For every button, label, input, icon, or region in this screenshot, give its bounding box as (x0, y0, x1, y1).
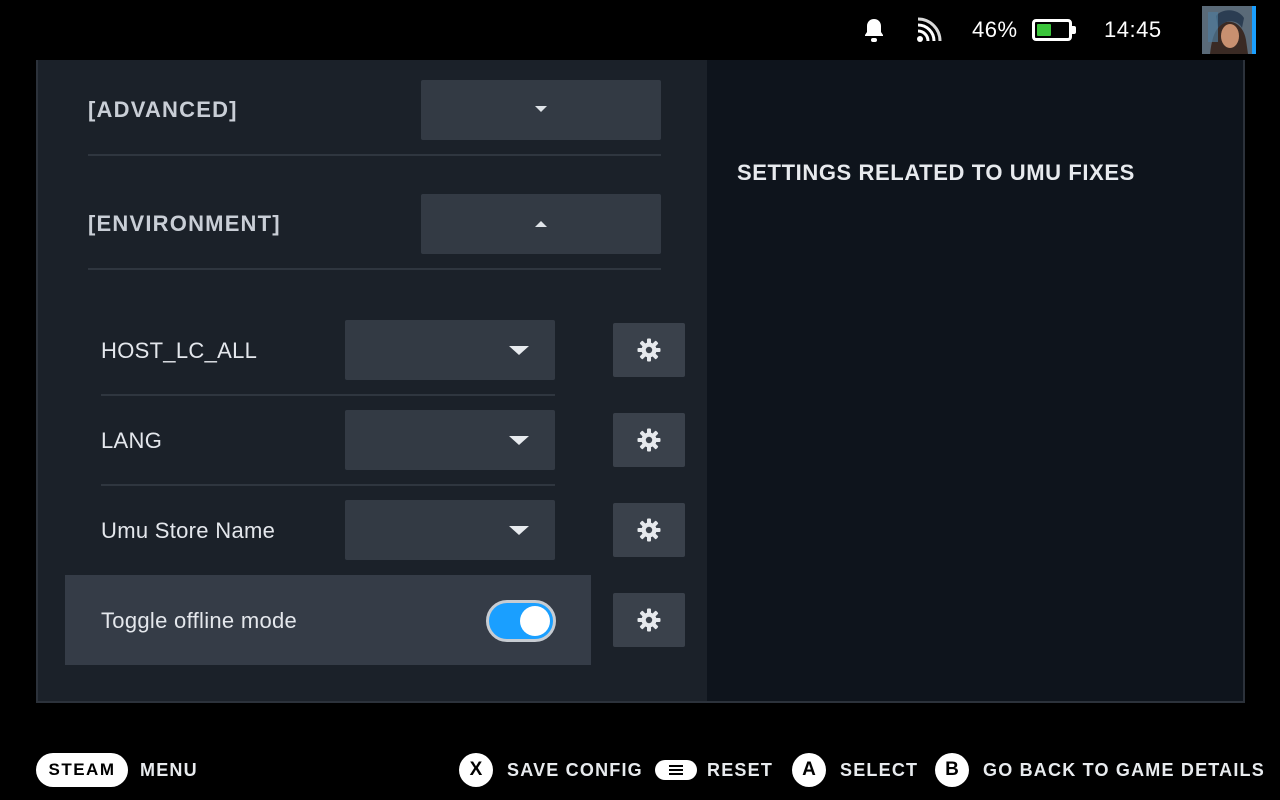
save-config-button[interactable]: SAVE CONFIG (507, 740, 643, 800)
section-environment-toggle[interactable] (421, 194, 661, 254)
x-button-icon: X (459, 740, 493, 800)
select-button[interactable]: SELECT (840, 740, 918, 800)
section-environment-label: [ENVIRONMENT] (88, 211, 281, 236)
toggle-offline-mode-label: Toggle offline mode (101, 608, 298, 633)
settings-panel: [ADVANCED] [ENVIRONMENT] HOST_LC_ALL LAN… (36, 60, 1245, 703)
reset-button[interactable]: RESET (707, 740, 773, 800)
steam-button-glyph: STEAM (36, 753, 128, 787)
section-advanced-label: [ADVANCED] (88, 97, 238, 122)
gear-icon (637, 518, 661, 542)
divider (101, 394, 555, 396)
lang-dropdown[interactable] (345, 410, 555, 470)
chevron-down-icon (535, 106, 547, 112)
caret-down-icon (509, 346, 529, 355)
divider (88, 268, 661, 270)
divider (101, 484, 555, 486)
host-lc-all-dropdown[interactable] (345, 320, 555, 380)
setting-description: SETTINGS RELATED TO UMU FIXES (737, 160, 1135, 185)
toggle-offline-mode-settings-button[interactable] (613, 593, 685, 647)
b-button-icon: B (935, 740, 969, 800)
menu-label[interactable]: MENU (140, 740, 198, 800)
menu-button-icon (655, 740, 697, 800)
description-pane: SETTINGS RELATED TO UMU FIXES (707, 60, 1243, 701)
umu-store-name-settings-button[interactable] (613, 503, 685, 557)
toggle-knob (520, 606, 550, 636)
settings-list: [ADVANCED] [ENVIRONMENT] HOST_LC_ALL LAN… (38, 60, 707, 701)
umu-store-name-label: Umu Store Name (101, 518, 276, 543)
bell-icon[interactable] (860, 0, 888, 60)
gear-icon (637, 608, 661, 632)
cast-icon (914, 0, 944, 60)
chevron-up-icon (535, 221, 547, 227)
clock: 14:45 (1104, 17, 1162, 42)
gear-icon (637, 338, 661, 362)
caret-down-icon (509, 526, 529, 535)
battery-icon (1032, 0, 1076, 60)
host-lc-all-label: HOST_LC_ALL (101, 338, 258, 363)
caret-down-icon (509, 436, 529, 445)
go-back-button[interactable]: GO BACK TO GAME DETAILS (983, 740, 1265, 800)
gear-icon (637, 428, 661, 452)
avatar[interactable] (1202, 6, 1256, 54)
steam-button[interactable]: STEAM (36, 740, 128, 800)
footer-hints: STEAM MENU X SAVE CONFIG RESET A SELECT … (0, 740, 1280, 800)
offline-mode-toggle[interactable] (486, 600, 556, 642)
umu-store-name-dropdown[interactable] (345, 500, 555, 560)
host-lc-all-settings-button[interactable] (613, 323, 685, 377)
lang-label: LANG (101, 428, 163, 453)
a-button-icon: A (792, 740, 826, 800)
section-advanced-toggle[interactable] (421, 80, 661, 140)
status-bar: 46% 14:45 (0, 0, 1280, 60)
lang-settings-button[interactable] (613, 413, 685, 467)
divider (88, 154, 661, 156)
battery-percentage: 46% (972, 17, 1018, 42)
